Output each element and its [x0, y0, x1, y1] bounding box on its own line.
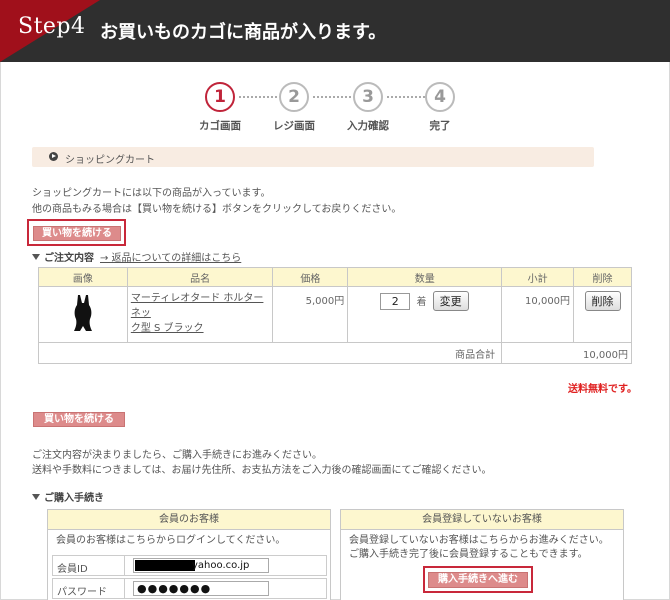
step-2-label: レジ画面 — [273, 120, 315, 132]
step-label: Step4 — [18, 14, 86, 39]
order-heading-text: ご注文内容 — [44, 253, 94, 264]
step-1-circle: 1 — [205, 82, 235, 112]
member-id-label: 会員ID — [53, 556, 125, 575]
triangle-down-icon — [32, 494, 40, 500]
step-2-circle: 2 — [279, 82, 309, 112]
triangle-down-icon — [32, 254, 40, 260]
total-label: 商品合計 — [37, 342, 503, 364]
total-row: 商品合計 10,000円 — [37, 342, 632, 364]
product-name-line2[interactable]: ク型 S ブラック — [131, 323, 204, 334]
quantity-unit: 着 — [416, 297, 427, 308]
free-shipping-note: 送料無料です。 — [568, 384, 637, 395]
page-title: お買いものカゴに商品が入ります。 — [100, 22, 387, 43]
step-connector — [239, 96, 277, 98]
guest-box-title: 会員登録していないお客様 — [341, 510, 623, 530]
page-header: Step4 お買いものカゴに商品が入ります。 — [0, 0, 670, 62]
continue-shopping-button[interactable]: 買い物を続ける — [33, 226, 121, 241]
redacted-block — [135, 560, 195, 571]
col-header-image: 画像 — [38, 267, 128, 287]
proceed-to-checkout-button[interactable]: 購入手続きへ進む — [428, 572, 528, 588]
password-input[interactable]: ●●●●●●● — [133, 581, 269, 596]
guest-desc-line2: ご購入手続き完了後に会員登録することもできます。 — [349, 549, 588, 560]
product-image-cell — [38, 286, 128, 343]
step-4-circle: 4 — [425, 82, 455, 112]
cart-table: 画像 品名 価格 数量 小計 削除 マーティレオタード ホルターネッ ク型 S … — [37, 267, 632, 364]
section-title: ショッピングカート — [65, 155, 155, 166]
section-bar: ショッピングカート — [32, 147, 594, 167]
product-subtotal: 10,000円 — [501, 286, 575, 343]
change-quantity-button[interactable]: 変更 — [432, 291, 469, 311]
member-login-box: 会員のお客様 会員のお客様はこちらからログインしてください。 会員ID yaho… — [47, 509, 331, 600]
product-name-cell: マーティレオタード ホルターネッ ク型 S ブラック — [126, 286, 274, 343]
guest-box-desc: 会員登録していないお客様はこちらからお進みください。 ご購入手続き完了後に会員登… — [341, 530, 623, 566]
member-box-desc: 会員のお客様はこちらからログインしてください。 — [56, 535, 286, 546]
purchase-heading: ご購入手続き — [32, 489, 104, 504]
col-header-price: 価格 — [272, 267, 349, 287]
guest-desc-line1: 会員登録していないお客様はこちらからお進みください。 — [349, 535, 609, 546]
proceed-line-2: 送料や手数料につきましては、お届け先住所、お支払方法をご入力後の確認画面にてご確… — [32, 465, 492, 476]
return-policy-link[interactable]: → 返品についての詳細はこちら — [100, 253, 241, 264]
password-label: パスワード — [53, 579, 125, 598]
step-indicator: 1 2 3 4 カゴ画面 レジ画面 入力確認 完了 — [195, 82, 475, 134]
member-id-input[interactable]: yahoo.co.jp — [133, 558, 269, 573]
quantity-input[interactable]: 2 — [380, 293, 411, 310]
total-value: 10,000円 — [501, 342, 632, 364]
delete-cell: 削除 — [573, 286, 632, 343]
col-header-delete: 削除 — [573, 267, 632, 287]
member-box-title: 会員のお客様 — [48, 510, 330, 530]
delete-button[interactable]: 削除 — [584, 291, 621, 311]
step-connector — [313, 96, 351, 98]
member-id-row: 会員ID yahoo.co.jp — [52, 555, 327, 576]
proceed-line-1: ご注文内容が決まりましたら、ご購入手続きにお進みください。 — [32, 450, 322, 461]
step-3-circle: 3 — [353, 82, 383, 112]
play-bullet-icon — [49, 152, 58, 161]
step-3-label: 入力確認 — [347, 120, 389, 132]
password-row: パスワード ●●●●●●● — [52, 578, 327, 599]
step-connector — [387, 96, 425, 98]
table-row: マーティレオタード ホルターネッ ク型 S ブラック 5,000円 2 着 変更… — [38, 286, 632, 343]
continue-shopping-button-bottom[interactable]: 買い物を続ける — [33, 412, 125, 427]
order-heading: ご注文内容 → 返品についての詳細はこちら — [32, 249, 241, 264]
col-header-subtotal: 小計 — [501, 267, 575, 287]
purchase-heading-text: ご購入手続き — [44, 493, 104, 504]
col-header-name: 品名 — [126, 267, 274, 287]
intro-line-2: 他の商品もみる場合は【買い物を続ける】ボタンをクリックしてお戻りください。 — [32, 204, 402, 215]
step-4-label: 完了 — [429, 120, 451, 132]
quantity-cell: 2 着 変更 — [347, 286, 503, 343]
product-price: 5,000円 — [272, 286, 349, 343]
intro-line-1: ショッピングカートには以下の商品が入っています。 — [32, 188, 271, 199]
step-1-label: カゴ画面 — [199, 120, 241, 132]
member-id-value: yahoo.co.jp — [192, 560, 250, 571]
product-name-line1[interactable]: マーティレオタード ホルターネッ — [131, 293, 264, 319]
product-name-link[interactable]: マーティレオタード ホルターネッ ク型 S ブラック — [131, 291, 270, 336]
col-header-quantity: 数量 — [347, 267, 503, 287]
swimsuit-icon — [65, 293, 101, 333]
